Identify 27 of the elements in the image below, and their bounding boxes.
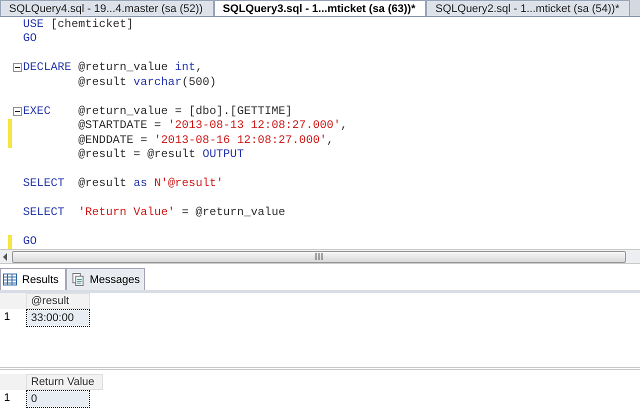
code-line: @result varchar(500) bbox=[77, 76, 216, 89]
code-line: DECLARE @return_value int, bbox=[23, 61, 202, 74]
code-line: @STARTDATE = '2013-08-13 12:08:27.000', bbox=[77, 119, 348, 132]
code-line: GO bbox=[23, 32, 37, 46]
results-tab[interactable]: Messages bbox=[66, 268, 145, 290]
code-line: @ENDDATE = '2013-08-16 12:08:27.000', bbox=[77, 134, 334, 147]
code-line: USE [chemticket] bbox=[23, 18, 134, 31]
column-header[interactable]: Return Value bbox=[26, 374, 104, 390]
results-tab[interactable]: Results bbox=[0, 268, 66, 290]
collapse-icon[interactable] bbox=[13, 106, 22, 116]
code-line: GO bbox=[23, 235, 37, 248]
scrollbar-thumb[interactable] bbox=[12, 250, 626, 262]
documents-icon bbox=[70, 273, 85, 286]
table-cell[interactable]: 33:00:00 bbox=[26, 309, 90, 327]
grid-icon bbox=[3, 273, 17, 286]
code-line: SELECT @result as N'@result' bbox=[23, 177, 224, 190]
document-tab[interactable]: SQLQuery2.sql - 1...mticket (sa (54))* bbox=[426, 0, 630, 16]
table-cell[interactable]: 0 bbox=[26, 390, 90, 408]
collapse-icon[interactable] bbox=[13, 63, 22, 72]
grip-icon bbox=[315, 253, 323, 260]
code-line: EXEC @return_value = [dbo].[GETTIME] bbox=[23, 104, 292, 118]
code-line: @result = @result OUTPUT bbox=[77, 148, 244, 162]
document-tab[interactable]: SQLQuery4.sql - 19...4.master (sa (52)) bbox=[0, 0, 214, 16]
document-tab[interactable]: SQLQuery3.sql - 1...mticket (sa (63))* bbox=[214, 0, 426, 16]
scroll-left-icon[interactable] bbox=[2, 252, 8, 260]
code-line: SELECT 'Return Value' = @return_value bbox=[23, 206, 286, 220]
column-header[interactable]: @result bbox=[26, 293, 90, 309]
